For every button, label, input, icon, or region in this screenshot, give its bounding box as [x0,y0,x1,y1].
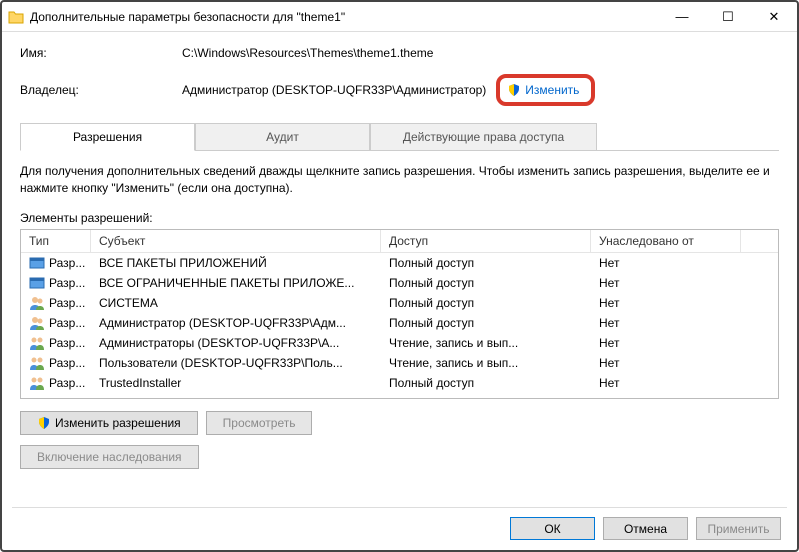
name-value: C:\Windows\Resources\Themes\theme1.theme [182,46,433,60]
cell-type: Разр... [49,296,85,310]
minimize-button[interactable]: ― [659,2,705,32]
cell-access: Чтение, запись и вып... [381,355,591,371]
cell-inherited: Нет [591,275,741,291]
cell-inherited: Нет [591,355,741,371]
cell-subject: Пользователи (DESKTOP-UQFR33P\Поль... [91,355,381,371]
cell-type: Разр... [49,336,85,350]
owner-label: Владелец: [20,83,182,97]
tab-effective-access[interactable]: Действующие права доступа [370,123,597,151]
cell-access: Полный доступ [381,315,591,331]
ok-button[interactable]: ОК [510,517,595,540]
cell-access: Полный доступ [381,255,591,271]
shield-icon [507,83,521,97]
footer-separator [12,507,787,508]
cell-inherited: Нет [591,335,741,351]
table-row[interactable]: Разр... СИСТЕМАПолный доступНет [21,293,778,313]
grid-header: Тип Субъект Доступ Унаследовано от [21,230,778,253]
apply-button[interactable]: Применить [696,517,781,540]
cell-subject: ВСЕ ОГРАНИЧЕННЫЕ ПАКЕТЫ ПРИЛОЖЕ... [91,275,381,291]
description-text: Для получения дополнительных сведений дв… [20,163,779,197]
change-owner-highlight: Изменить [496,74,595,106]
name-label: Имя: [20,46,182,60]
cell-subject: Администраторы (DESKTOP-UQFR33P\А... [91,335,381,351]
cell-access: Полный доступ [381,375,591,391]
tab-strip: Разрешения Аудит Действующие права досту… [20,122,779,151]
tab-audit[interactable]: Аудит [195,123,370,151]
cell-access: Чтение, запись и вып... [381,335,591,351]
col-inherited[interactable]: Унаследовано от [591,230,741,252]
titlebar: Дополнительные параметры безопасности дл… [2,2,797,32]
shield-icon [37,416,51,430]
folder-icon [8,10,24,24]
edit-permissions-label: Изменить разрешения [55,416,181,430]
table-row[interactable]: Разр... Администратор (DESKTOP-UQFR33P\Ад… [21,313,778,333]
principal-icon [29,255,45,271]
cell-subject: Администратор (DESKTOP-UQFR33P\Адм... [91,315,381,331]
cell-access: Полный доступ [381,295,591,311]
principal-icon [29,295,45,311]
tab-permissions[interactable]: Разрешения [20,123,195,151]
cell-inherited: Нет [591,255,741,271]
close-button[interactable]: ✕ [751,2,797,32]
table-row[interactable]: Разр... TrustedInstallerПолный доступНет [21,373,778,393]
permissions-label: Элементы разрешений: [20,211,779,225]
principal-icon [29,375,45,391]
permissions-grid[interactable]: Тип Субъект Доступ Унаследовано от Разр.… [20,229,779,399]
dialog-footer: ОК Отмена Применить [510,517,781,540]
cell-inherited: Нет [591,315,741,331]
window-title: Дополнительные параметры безопасности дл… [30,10,659,24]
cell-inherited: Нет [591,295,741,311]
cell-type: Разр... [49,256,85,270]
col-access[interactable]: Доступ [381,230,591,252]
cell-inherited: Нет [591,375,741,391]
table-row[interactable]: Разр... ВСЕ ОГРАНИЧЕННЫЕ ПАКЕТЫ ПРИЛОЖЕ..… [21,273,778,293]
view-button[interactable]: Просмотреть [206,411,313,435]
cell-subject: ВСЕ ПАКЕТЫ ПРИЛОЖЕНИЙ [91,255,381,271]
principal-icon [29,355,45,371]
cell-access: Полный доступ [381,275,591,291]
table-row[interactable]: Разр... Администраторы (DESKTOP-UQFR33P\А… [21,333,778,353]
edit-permissions-button[interactable]: Изменить разрешения [20,411,198,435]
table-row[interactable]: Разр... ВСЕ ПАКЕТЫ ПРИЛОЖЕНИЙПолный досту… [21,253,778,273]
principal-icon [29,335,45,351]
owner-value: Администратор (DESKTOP-UQFR33P\Администр… [182,83,486,97]
cell-subject: СИСТЕМА [91,295,381,311]
principal-icon [29,315,45,331]
col-type[interactable]: Тип [21,230,91,252]
principal-icon [29,275,45,291]
cell-type: Разр... [49,316,85,330]
content-area: Имя: C:\Windows\Resources\Themes\theme1.… [2,32,797,469]
cell-type: Разр... [49,276,85,290]
cancel-button[interactable]: Отмена [603,517,688,540]
cell-subject: TrustedInstaller [91,375,381,391]
col-subject[interactable]: Субъект [91,230,381,252]
enable-inheritance-button[interactable]: Включение наследования [20,445,199,469]
change-owner-link[interactable]: Изменить [525,83,579,97]
maximize-button[interactable]: ☐ [705,2,751,32]
cell-type: Разр... [49,356,85,370]
cell-type: Разр... [49,376,85,390]
table-row[interactable]: Разр... Пользователи (DESKTOP-UQFR33P\Пол… [21,353,778,373]
